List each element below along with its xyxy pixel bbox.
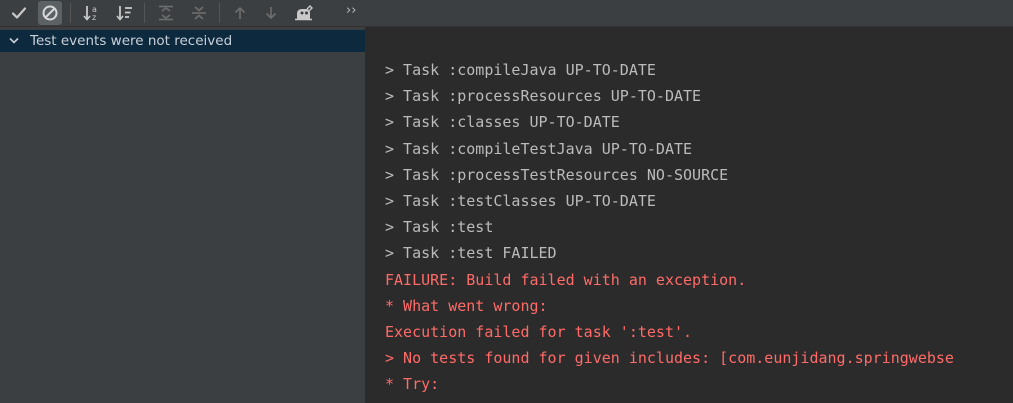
show-passed-button[interactable] [7,1,31,25]
toolbar-separator [70,3,71,23]
console-line: FAILURE: Build failed with an exception. [385,270,747,289]
show-ignored-button[interactable] [38,1,62,25]
console-line: > Task :compileTestJava UP-TO-DATE [385,139,693,158]
sort-by-duration-icon [116,4,134,22]
previous-failed-button[interactable] [228,1,252,25]
run-tool-window: a z ›› Test events were not received > T… [0,0,1013,403]
import-tests-icon [294,4,314,22]
console-line: > Task :testClasses UP-TO-DATE [385,191,656,210]
tree-root-item[interactable]: Test events were not received [0,30,365,52]
console-line: * What went wrong: [385,296,548,315]
console-line: > Task :processResources UP-TO-DATE [385,87,702,106]
console-line: > Task :test FAILED [385,244,557,263]
console-line: > Task :processTestResources NO-SOURCE [385,165,729,184]
sort-by-duration-button[interactable] [113,1,137,25]
console-line: > Task :test [385,218,494,237]
sort-alphabetically-icon: a z [83,4,101,22]
sort-alphabetically-button[interactable]: a z [80,1,104,25]
console-line: > Task :compileJava UP-TO-DATE [385,61,656,79]
collapse-all-button[interactable] [187,1,211,25]
test-runner-toolbar: a z ›› [0,0,1013,27]
show-ignored-icon [41,4,59,22]
import-tests-button[interactable] [292,1,316,25]
console-line: > Task :classes UP-TO-DATE [385,113,620,132]
console-line: > No tests found for given includes: [co… [385,349,954,368]
svg-text:z: z [92,13,96,22]
next-failed-button[interactable] [259,1,283,25]
expand-all-button[interactable] [154,1,178,25]
tree-root-label: Test events were not received [30,33,233,49]
toolbar-separator [219,3,220,23]
chevron-down-icon[interactable] [8,35,20,47]
toolbar-separator [144,3,145,23]
next-failed-icon [263,5,279,21]
console-lines: > Task :compileJava UP-TO-DATE > Task :pr… [385,57,954,397]
console-output[interactable]: > Task :compileJava UP-TO-DATE > Task :pr… [368,27,1013,403]
show-passed-icon [11,5,27,21]
console-line: Execution failed for task ':test'. [385,322,693,341]
collapse-all-icon [190,4,208,22]
console-line: * Try: [385,375,440,394]
test-tree-panel: Test events were not received [0,27,366,403]
previous-failed-icon [232,5,248,21]
more-actions-button[interactable]: ›› [346,0,356,24]
expand-all-icon [157,4,175,22]
